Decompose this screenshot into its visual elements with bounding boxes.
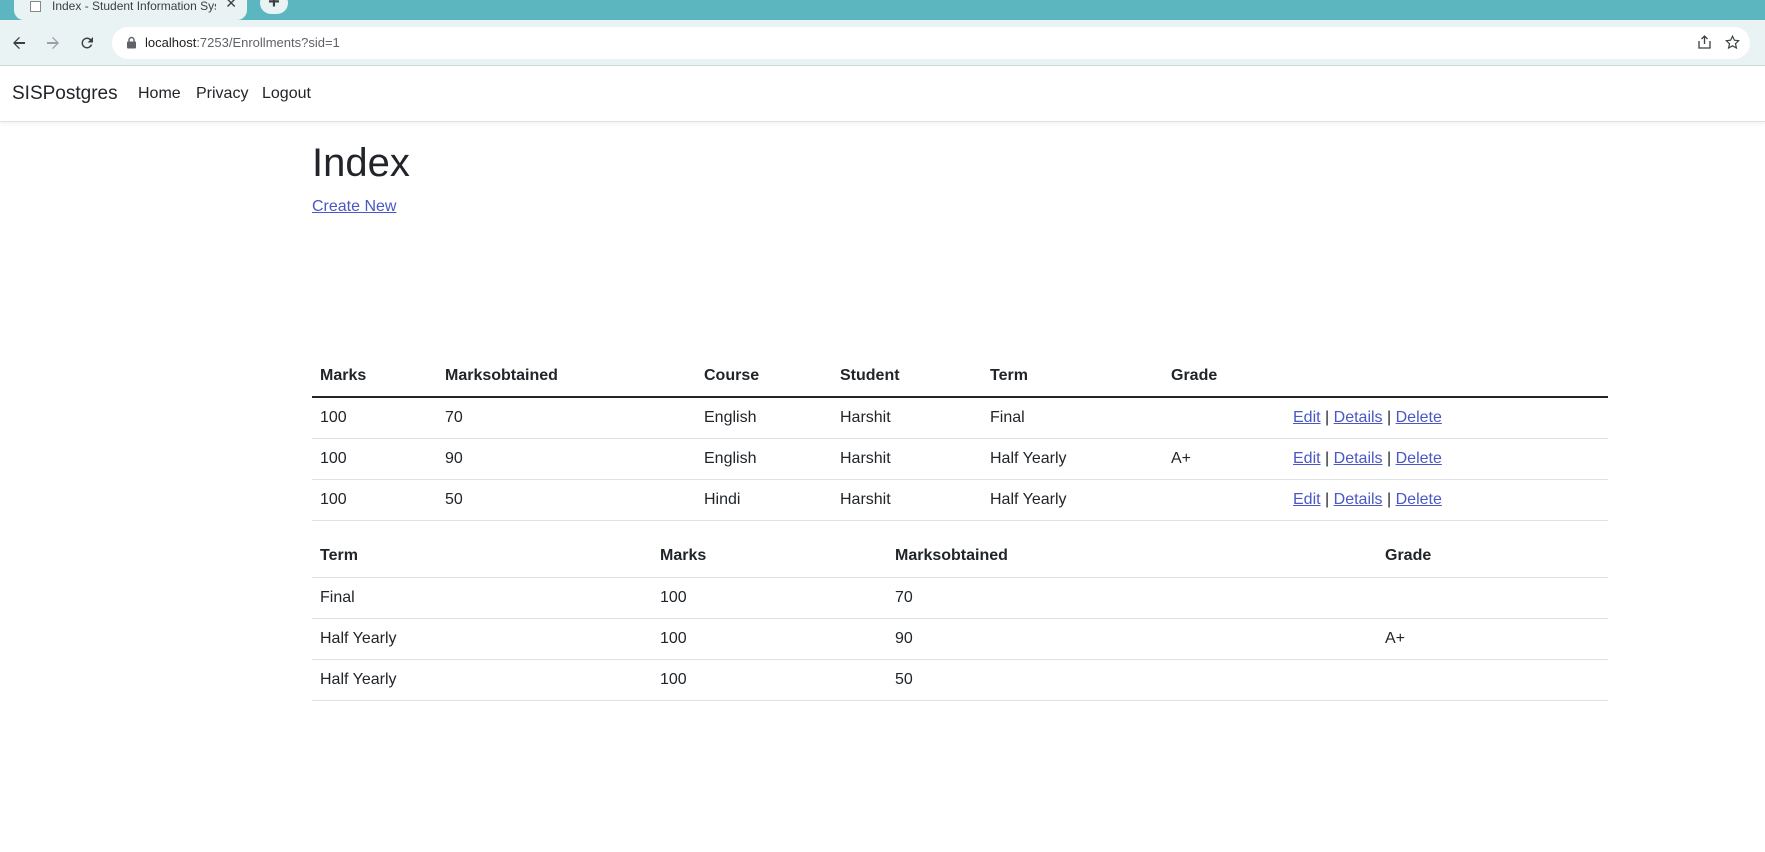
create-new-link[interactable]: Create New <box>312 198 396 216</box>
cell-marksobtained: 70 <box>887 576 1377 618</box>
column-header: Grade <box>1171 367 1218 384</box>
cell-term: Final <box>990 408 1025 426</box>
column-header: Course <box>704 367 760 384</box>
edit-link[interactable]: Edit <box>1293 491 1321 508</box>
details-link[interactable]: Details <box>1334 409 1383 426</box>
browser-tab-active[interactable]: Index - Student Information System ✕ <box>14 0 247 20</box>
cell-grade <box>1377 658 1608 701</box>
nav-privacy-link[interactable]: Privacy <box>196 85 248 103</box>
enrollments-table: Marks Marksobtained Course Student Term … <box>312 356 1608 521</box>
cell-marks: 100 <box>652 576 887 618</box>
row-actions: Edit | Details | Delete <box>1285 478 1608 521</box>
cell-term: Half Yearly <box>312 617 652 659</box>
page-favicon-icon <box>30 1 41 12</box>
cell-course: English <box>704 408 757 426</box>
page-title: Index <box>312 141 410 185</box>
column-header: Marksobtained <box>895 547 1008 565</box>
nav-home-link[interactable]: Home <box>138 85 181 103</box>
edit-link[interactable]: Edit <box>1293 450 1321 467</box>
cell-marks: 100 <box>652 617 887 659</box>
cell-grade <box>1163 397 1285 438</box>
forward-arrow-icon[interactable] <box>40 30 66 56</box>
action-separator: | <box>1387 408 1392 426</box>
table-row: Half Yearly 100 50 <box>312 658 1608 701</box>
column-header: Marksobtained <box>445 367 558 384</box>
table-row: 100 70 English Harshit Final Edit | Deta… <box>312 397 1608 438</box>
column-header: Term <box>990 367 1028 384</box>
column-header: Student <box>840 367 900 384</box>
edit-link[interactable]: Edit <box>1293 409 1321 426</box>
cell-course: Hindi <box>696 478 832 521</box>
cell-grade: A+ <box>1163 437 1285 479</box>
cell-marksobtained: 90 <box>887 617 1377 659</box>
lock-icon <box>127 36 136 49</box>
browser-toolbar: localhost:7253/Enrollments?sid=1 <box>0 20 1765 66</box>
cell-marksobtained: 50 <box>437 478 696 521</box>
bookmark-star-icon[interactable] <box>1722 33 1742 53</box>
row-actions: Edit | Details | Delete <box>1285 397 1608 438</box>
nav-logout-link[interactable]: Logout <box>262 85 311 103</box>
column-header: Term <box>320 547 358 565</box>
table-header-row: Term Marks Marksobtained Grade <box>312 536 1608 577</box>
details-link[interactable]: Details <box>1334 450 1383 467</box>
brand-link[interactable]: SISPostgres <box>12 83 118 105</box>
table-row: Final 100 70 <box>312 576 1608 618</box>
browser-tabstrip: Index - Student Information System ✕ + <box>0 0 1765 20</box>
cell-marks: 100 <box>312 437 437 479</box>
column-header-actions <box>1285 356 1608 397</box>
cell-marksobtained: 50 <box>887 658 1377 701</box>
share-icon[interactable] <box>1694 33 1714 53</box>
cell-student: Harshit <box>832 437 982 479</box>
column-header: Marks <box>660 547 707 565</box>
app-navbar: SISPostgres Home Privacy Logout <box>0 67 1765 122</box>
cell-student: Harshit <box>832 478 982 521</box>
cell-marksobtained: 70 <box>445 408 463 426</box>
delete-link[interactable]: Delete <box>1396 491 1442 508</box>
table-row: 100 50 Hindi Harshit Half Yearly Edit | … <box>312 478 1608 521</box>
action-separator: | <box>1325 408 1330 426</box>
cell-marks: 100 <box>320 408 347 426</box>
table-row: 100 90 English Harshit Half Yearly A+ Ed… <box>312 437 1608 479</box>
table-header-row: Marks Marksobtained Course Student Term … <box>312 356 1608 397</box>
action-separator: | <box>1325 449 1330 467</box>
column-header: Marks <box>320 367 367 384</box>
cell-term: Half Yearly <box>982 437 1163 479</box>
delete-link[interactable]: Delete <box>1396 409 1442 426</box>
cell-grade <box>1163 478 1285 521</box>
cell-grade <box>1377 576 1608 618</box>
delete-link[interactable]: Delete <box>1396 450 1442 467</box>
address-bar[interactable]: localhost:7253/Enrollments?sid=1 <box>112 27 1750 59</box>
action-separator: | <box>1387 449 1392 467</box>
cell-course: English <box>696 437 832 479</box>
cell-term: Final <box>312 576 652 618</box>
cell-term: Half Yearly <box>312 658 652 701</box>
table-row: Half Yearly 100 90 A+ <box>312 617 1608 659</box>
cell-term: Half Yearly <box>982 478 1163 521</box>
term-summary-table: Term Marks Marksobtained Grade Final 100… <box>312 536 1608 701</box>
action-separator: | <box>1387 490 1392 508</box>
action-separator: | <box>1325 490 1330 508</box>
tab-close-icon[interactable]: ✕ <box>225 0 237 10</box>
url-path: :7253/Enrollments?sid=1 <box>196 35 340 50</box>
cell-marksobtained: 90 <box>437 437 696 479</box>
cell-marks: 100 <box>312 478 437 521</box>
address-url: localhost:7253/Enrollments?sid=1 <box>145 35 340 50</box>
row-actions: Edit | Details | Delete <box>1285 437 1608 479</box>
reload-icon[interactable] <box>74 30 100 56</box>
cell-grade: A+ <box>1377 617 1608 659</box>
column-header: Grade <box>1385 547 1432 565</box>
tab-title: Index - Student Information System <box>52 0 216 13</box>
new-tab-button[interactable]: + <box>260 0 288 14</box>
cell-student: Harshit <box>840 408 891 426</box>
url-host: localhost <box>145 35 197 50</box>
back-arrow-icon[interactable] <box>6 30 32 56</box>
details-link[interactable]: Details <box>1334 491 1383 508</box>
cell-marks: 100 <box>652 658 887 701</box>
